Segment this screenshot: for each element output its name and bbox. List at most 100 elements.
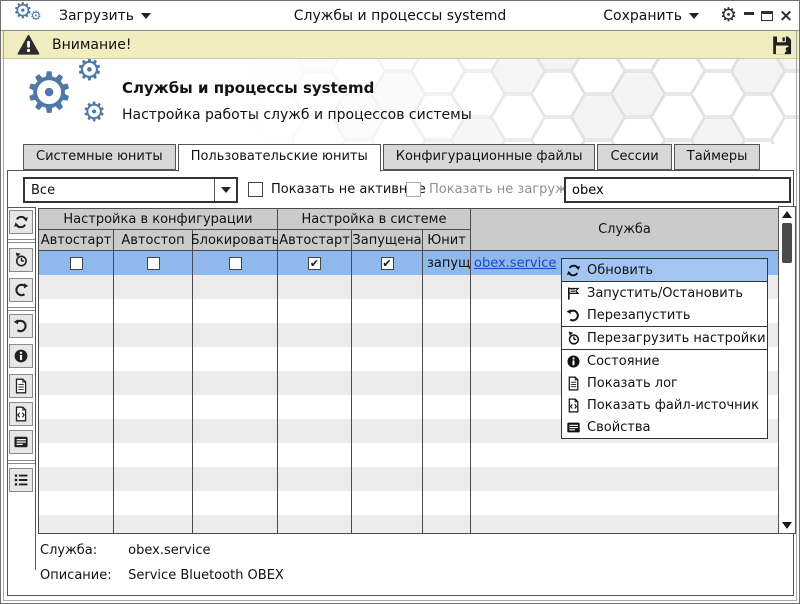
app-window: ⚙⚙ Загрузить Службы и процессы systemd С… (0, 0, 800, 604)
group-header-system: Настройка в системе (278, 209, 471, 230)
menu-item-show-source[interactable]: Показать файл-источник (562, 394, 767, 416)
config-autostop-checkbox[interactable] (147, 257, 160, 270)
tab-timers[interactable]: Таймеры (674, 144, 761, 170)
unit-filter-select[interactable]: Все (23, 177, 238, 203)
log-button[interactable] (9, 374, 33, 398)
table-row[interactable] (39, 443, 778, 467)
reload-settings-button[interactable] (9, 248, 33, 272)
group-header-config: Настройка в конфигурации (39, 209, 278, 230)
show-inactive-checkbox[interactable]: Показать не активные (248, 182, 426, 197)
scrollbar-thumb[interactable] (782, 223, 792, 263)
close-button[interactable]: × (778, 1, 794, 31)
service-label: Служба: (40, 543, 124, 558)
refresh-icon (13, 214, 29, 230)
menu-item-reload-settings[interactable]: Перезагрузить настройки (562, 327, 767, 349)
toolbar-separator (8, 460, 35, 464)
service-value: obex.service (128, 543, 210, 558)
code-file-icon (13, 406, 29, 422)
combo-arrow-button[interactable] (214, 179, 236, 201)
unit-list-button[interactable] (9, 468, 33, 492)
refresh-icon (566, 263, 581, 278)
warning-bar: Внимание! (2, 31, 800, 59)
scroll-up-button[interactable] (779, 208, 795, 221)
system-running-checkbox[interactable]: ✔ (381, 257, 394, 270)
window-border (3, 600, 797, 601)
description-label: Описание: (40, 568, 124, 583)
column-header: Автостарт (278, 230, 352, 251)
info-icon (566, 354, 581, 369)
settings-gear-icon[interactable]: ⚙ (720, 4, 737, 26)
service-link[interactable]: obex.service (474, 256, 556, 271)
tab-user-units[interactable]: Пользовательские юниты (178, 144, 381, 172)
restart-button[interactable] (9, 314, 33, 338)
gears-logo: ⚙⚙⚙ (24, 59, 124, 144)
chevron-down-icon (221, 187, 231, 193)
config-block-checkbox[interactable] (229, 257, 242, 270)
history-clock-icon (566, 331, 581, 346)
description-value: Service Bluetooth OBEX (128, 568, 284, 583)
column-header: Юнит (423, 230, 471, 251)
refresh-button[interactable] (9, 210, 33, 234)
arrow-down-icon (782, 522, 792, 529)
table-header: Настройка в конфигурации Настройка в сис… (39, 209, 778, 251)
save-label: Сохранить (603, 8, 682, 24)
status-button[interactable] (9, 344, 33, 368)
counterclockwise-arrow-icon (13, 318, 29, 334)
left-toolbar (8, 207, 36, 570)
list-box-icon (13, 434, 29, 450)
list-box-icon (566, 420, 581, 435)
tab-sessions[interactable]: Сессии (597, 144, 671, 170)
vertical-scrollbar[interactable] (778, 206, 796, 534)
flag-icon (566, 286, 581, 301)
column-header: Автостоп (114, 230, 193, 251)
menu-item-show-log[interactable]: Показать лог (562, 372, 767, 394)
warning-text: Внимание! (52, 31, 131, 59)
context-menu: Обновить Запустить/Остановить Перезапуст… (561, 258, 768, 439)
toolbar-separator (8, 307, 35, 311)
menu-item-status[interactable]: Состояние (562, 350, 767, 372)
search-input[interactable] (564, 177, 791, 203)
scroll-down-button[interactable] (779, 519, 795, 532)
banner: ⚙⚙⚙ Службы и процессы systemd Настройка … (2, 59, 800, 144)
banner-title: Службы и процессы systemd (122, 79, 374, 97)
document-icon (13, 378, 29, 394)
tab-bar: Системные юниты Пользовательские юниты К… (23, 144, 762, 172)
save-file-icon[interactable] (771, 34, 793, 56)
footer-description-line: Описание: Service Bluetooth OBEX (40, 568, 284, 583)
minimize-icon (744, 12, 754, 15)
counterclockwise-arrow-icon (566, 308, 581, 323)
table-row[interactable] (39, 515, 778, 534)
properties-button[interactable] (9, 430, 33, 454)
rerun-button[interactable] (9, 278, 33, 302)
warning-icon (16, 34, 41, 56)
toolbar-separator (8, 239, 35, 243)
menu-item-start-stop[interactable]: Запустить/Остановить (562, 282, 767, 304)
table-row[interactable] (39, 467, 778, 491)
config-autostart-checkbox[interactable] (70, 257, 83, 270)
menu-item-refresh[interactable]: Обновить (562, 259, 767, 281)
maximize-icon (761, 11, 773, 21)
column-header: Запущена (352, 230, 423, 251)
unit-filter-value: Все (25, 183, 214, 198)
tab-system-units[interactable]: Системные юниты (23, 144, 176, 170)
show-inactive-label: Показать не активные (271, 182, 426, 197)
system-autostart-checkbox[interactable]: ✔ (308, 257, 321, 270)
banner-subtitle: Настройка работы служб и процессов систе… (122, 107, 472, 123)
source-button[interactable] (9, 402, 33, 426)
clockwise-arrow-icon (13, 282, 29, 298)
table-row[interactable] (39, 491, 778, 515)
checkbox-icon (406, 182, 421, 197)
bullet-list-icon (13, 472, 29, 488)
minimize-button[interactable] (741, 1, 757, 31)
info-icon (13, 348, 29, 364)
save-menu-button[interactable]: Сохранить (603, 1, 699, 31)
menu-item-properties[interactable]: Свойства (562, 416, 767, 438)
code-file-icon (566, 398, 581, 413)
footer-service-line: Служба: obex.service (40, 543, 211, 558)
titlebar: ⚙⚙ Загрузить Службы и процессы systemd С… (1, 1, 799, 31)
history-clock-icon (13, 252, 29, 268)
column-header-service: Служба (471, 209, 778, 251)
tab-config-files[interactable]: Конфигурационные файлы (383, 144, 596, 170)
maximize-button[interactable] (759, 1, 775, 31)
menu-item-restart[interactable]: Перезапустить (562, 304, 767, 326)
